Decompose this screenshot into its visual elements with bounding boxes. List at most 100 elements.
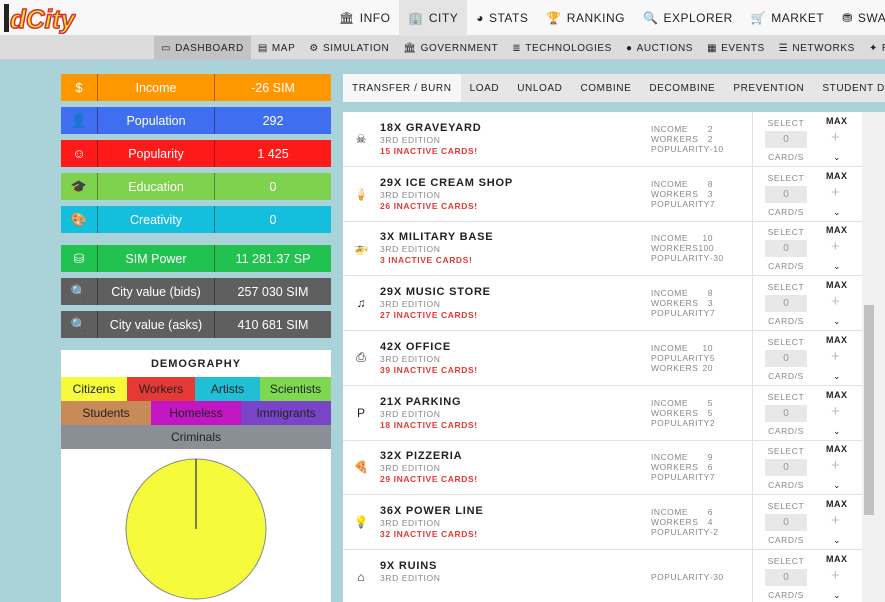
max-button[interactable]: MAX: [826, 116, 848, 126]
plus-icon[interactable]: +: [831, 512, 840, 529]
top-nav-info[interactable]: 🏛 INFO: [330, 0, 399, 36]
card-parking: P 21x PARKING 3RD EDITION 18 INACTIVE CARDS…: [343, 385, 862, 441]
chevron-down-icon[interactable]: ⌄: [833, 426, 841, 437]
card-stats: INCOME 10 WORKERS 100 POPULARITY -30: [651, 233, 723, 263]
card-stat-label: WORKERS: [651, 362, 699, 373]
legend-homeless[interactable]: Homeless: [151, 401, 241, 425]
select-label: SELECT: [767, 446, 805, 457]
quantity-input[interactable]: 0: [765, 513, 807, 531]
card-stat-label: INCOME: [651, 506, 688, 517]
legend-immigrants[interactable]: Immigrants: [241, 401, 331, 425]
top-nav-market[interactable]: 🛒 MARKET: [742, 0, 833, 36]
card-stat-row: WORKERS 5: [651, 408, 713, 418]
card-stat-label: WORKERS: [651, 188, 699, 199]
sub-nav-government[interactable]: 🏛 GOVERNMENT: [396, 36, 505, 60]
sub-nav-auctions[interactable]: ● AUCTIONS: [619, 36, 700, 60]
legend-artists[interactable]: Artists: [195, 377, 260, 401]
card-stat-label: INCOME: [651, 124, 688, 134]
stat-value: 0: [269, 179, 277, 194]
chevron-down-icon[interactable]: ⌄: [833, 535, 841, 546]
chevron-down-icon[interactable]: ⌄: [833, 316, 841, 327]
monitor-icon: ▭: [161, 42, 172, 54]
dcity-logo[interactable]: dCity: [4, 2, 76, 34]
card-stat-value: 100: [698, 243, 715, 254]
card-stat-label: WORKERS: [651, 243, 699, 254]
legend-workers[interactable]: Workers: [127, 377, 195, 401]
chevron-down-icon[interactable]: ⌄: [833, 480, 841, 491]
sub-nav-technologies[interactable]: ≣ TECHNOLOGIES: [505, 36, 619, 60]
max-button[interactable]: MAX: [826, 335, 848, 345]
max-button[interactable]: MAX: [826, 171, 848, 181]
card-stat-value: 2: [709, 417, 716, 428]
sub-nav-events[interactable]: ▦ EVENTS: [700, 36, 772, 60]
stat-value: -26 SIM: [251, 80, 295, 95]
chevron-down-icon[interactable]: ⌄: [833, 371, 841, 382]
top-nav-swap[interactable]: ⛃ SWAP: [833, 0, 885, 36]
card-stat-row: POPULARITY 7: [651, 308, 715, 318]
card-divider: [752, 440, 753, 495]
quantity-input[interactable]: 0: [765, 185, 807, 203]
gavel-icon: ●: [625, 42, 633, 54]
tab-load[interactable]: LOAD: [461, 74, 509, 102]
chevron-down-icon[interactable]: ⌄: [833, 152, 841, 163]
plus-icon[interactable]: +: [831, 457, 840, 474]
tab-decombine[interactable]: DECOMBINE: [640, 74, 724, 102]
legend-criminals[interactable]: Criminals: [61, 425, 331, 449]
card-name: 21x PARKING: [380, 395, 462, 408]
tab-prevention[interactable]: PREVENTION: [724, 74, 813, 102]
tab-transfer-burn[interactable]: TRANSFER / BURN: [343, 74, 461, 102]
max-button[interactable]: MAX: [826, 554, 848, 564]
quantity-input[interactable]: 0: [765, 459, 807, 477]
database-icon: ≣: [512, 42, 522, 54]
sub-nav-networks[interactable]: ☰ NETWORKS: [772, 36, 862, 60]
legend-scientists[interactable]: Scientists: [260, 377, 331, 401]
sub-nav-simulation[interactable]: ⚙ SIMULATION: [302, 36, 396, 60]
inactive-cards-warning: 15 INACTIVE CARDS!: [380, 146, 478, 156]
card-stat-row: POPULARITY -30: [651, 253, 723, 263]
card-music-store: ♫ 29x MUSIC STORE 3RD EDITION 27 INACTIVE C…: [343, 276, 862, 332]
top-nav-explorer[interactable]: 🔍 EXPLORER: [634, 0, 742, 36]
chevron-down-icon[interactable]: ⌄: [833, 261, 841, 272]
quantity-input[interactable]: 0: [765, 295, 807, 313]
plus-icon[interactable]: +: [831, 348, 840, 365]
plus-icon[interactable]: +: [831, 129, 840, 146]
max-button[interactable]: MAX: [826, 280, 848, 290]
card-stat-row: INCOME 9: [651, 452, 713, 462]
tab-combine[interactable]: COMBINE: [571, 74, 640, 102]
max-button[interactable]: MAX: [826, 390, 848, 400]
network-icon: ⚙: [309, 42, 319, 54]
quantity-input[interactable]: 0: [765, 349, 807, 367]
legend-citizens[interactable]: Citizens: [61, 377, 127, 401]
quantity-input[interactable]: 0: [765, 568, 807, 586]
chevron-down-icon[interactable]: ⌄: [833, 207, 841, 218]
legend-students[interactable]: Students: [61, 401, 151, 425]
max-button[interactable]: MAX: [826, 499, 848, 509]
max-button[interactable]: MAX: [826, 225, 848, 235]
quantity-input[interactable]: 0: [765, 131, 807, 148]
top-nav-stats[interactable]: ◕ STATS: [467, 0, 537, 36]
sub-nav-dashboard[interactable]: ▭ DASHBOARD: [154, 36, 251, 60]
plus-icon[interactable]: +: [831, 403, 840, 420]
max-button[interactable]: MAX: [826, 444, 848, 454]
tab-student-debt[interactable]: STUDENT DEBT: [813, 74, 885, 102]
chevron-down-icon[interactable]: ⌄: [833, 590, 841, 601]
tab-unload[interactable]: UNLOAD: [508, 74, 571, 102]
select-label: SELECT: [767, 282, 805, 293]
plus-icon[interactable]: +: [831, 184, 840, 201]
scrollbar-thumb[interactable]: [864, 305, 874, 515]
plus-icon[interactable]: +: [831, 567, 840, 584]
top-nav-city[interactable]: 🏢 CITY: [399, 0, 468, 36]
card-stat-label: WORKERS: [651, 516, 699, 527]
plus-icon[interactable]: +: [831, 238, 840, 255]
quantity-input[interactable]: 0: [765, 240, 807, 258]
top-nav-ranking[interactable]: 🏆 RANKING: [537, 0, 634, 36]
card-stat-value: 2: [707, 134, 713, 144]
stat-education: 🎓 Education 0: [61, 173, 331, 200]
quantity-input[interactable]: 0: [765, 404, 807, 422]
card-stat-value: 3: [707, 188, 713, 199]
plus-icon[interactable]: +: [831, 293, 840, 310]
sub-nav-relig[interactable]: ✦RELIG: [862, 36, 885, 60]
skull-icon: ☠: [355, 132, 367, 146]
card-stat-value: 9: [707, 452, 713, 463]
sub-nav-map[interactable]: ▤ MAP: [251, 36, 303, 60]
